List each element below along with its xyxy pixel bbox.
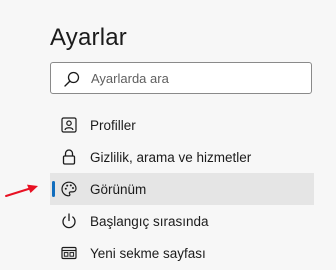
search-input[interactable] xyxy=(91,63,301,93)
settings-title: Ayarlar xyxy=(50,24,127,51)
settings-nav: Profiller Gizlilik, arama ve hizmetler G… xyxy=(50,109,314,269)
nav-item-label: Başlangıç sırasında xyxy=(90,214,209,229)
nav-item-label: Gizlilik, arama ve hizmetler xyxy=(90,150,252,165)
nav-item-new-tab-page[interactable]: Yeni sekme sayfası xyxy=(50,237,314,269)
lock-icon xyxy=(62,149,76,165)
active-indicator xyxy=(52,181,55,197)
search-icon xyxy=(64,71,80,87)
nav-item-label: Yeni sekme sayfası xyxy=(90,246,206,261)
nav-item-startup[interactable]: Başlangıç sırasında xyxy=(50,205,314,237)
power-icon xyxy=(62,213,76,229)
new-tab-page-icon xyxy=(61,246,77,260)
palette-icon xyxy=(61,181,77,197)
profile-card-icon xyxy=(61,117,77,133)
nav-item-label: Görünüm xyxy=(90,182,147,197)
nav-item-privacy[interactable]: Gizlilik, arama ve hizmetler xyxy=(50,141,314,173)
nav-item-appearance[interactable]: Görünüm xyxy=(50,173,314,205)
search-box[interactable] xyxy=(50,62,312,94)
nav-item-label: Profiller xyxy=(90,118,136,133)
red-arrow-icon xyxy=(5,184,38,197)
nav-item-profiles[interactable]: Profiller xyxy=(50,109,314,141)
